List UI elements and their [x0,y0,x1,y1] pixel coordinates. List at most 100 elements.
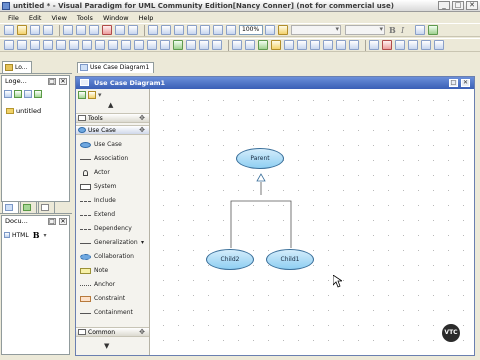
tab-diagram-nav[interactable] [20,201,37,213]
font-combo[interactable] [291,25,341,35]
menu-file[interactable]: File [8,14,19,22]
open-project-icon[interactable] [17,25,27,35]
palette-item-use-case[interactable]: Use Case [80,139,148,151]
property-icon[interactable] [284,40,294,50]
use-case-child2[interactable]: Child2 [206,249,254,270]
use-case-parent[interactable]: Parent [236,148,284,169]
about-icon[interactable] [421,40,431,50]
palette-item-actor[interactable]: Actor [80,167,148,179]
report-icon[interactable] [349,40,359,50]
redo-icon[interactable] [128,25,138,35]
format-icon[interactable] [271,40,281,50]
layout-icon[interactable] [258,40,268,50]
close-button[interactable]: ✕ [466,1,478,10]
cut-icon[interactable] [63,25,73,35]
palette-item-dependency[interactable]: Dependency [80,223,148,235]
zoom-level-field[interactable]: 100% [239,25,263,35]
palette-item-constraint[interactable]: Constraint [80,293,148,305]
fill-color-icon[interactable] [278,25,288,35]
connector-icon[interactable] [310,40,320,50]
palette-item-include[interactable]: Include [80,195,148,207]
print-icon[interactable] [148,25,158,35]
palette-item-association[interactable]: Association [80,153,148,165]
component-diagram-icon[interactable] [82,40,92,50]
use-case-diagram-icon[interactable] [17,40,27,50]
zoom-fit-icon[interactable] [213,25,223,35]
palette-group-common[interactable]: Common ✥ [76,327,149,337]
doc-icon[interactable] [395,40,405,50]
composite-diagram-icon[interactable] [134,40,144,50]
italic-button[interactable]: I [401,26,409,35]
align-center-icon[interactable] [245,40,255,50]
scroll-down-icon[interactable]: ▼ [104,342,109,350]
model-icon[interactable] [336,40,346,50]
state-diagram-icon[interactable] [56,40,66,50]
chevron-down-icon[interactable]: ▾ [43,232,46,239]
save-project-icon[interactable] [30,25,40,35]
visibility-icon[interactable] [323,40,333,50]
textual-analysis-icon[interactable] [173,40,183,50]
zoom-dropdown-icon[interactable] [265,25,275,35]
class-diagram-icon[interactable] [4,40,14,50]
error-icon[interactable] [382,40,392,50]
zoom-in-icon[interactable] [187,25,197,35]
bold-button[interactable]: B [33,230,40,240]
panel-restore-button[interactable]: □ [48,218,56,225]
panel-close-button[interactable]: ✕ [59,78,67,85]
palette-item-anchor[interactable]: Anchor [80,279,148,291]
palette-item-note[interactable]: Note [80,265,148,277]
palette-group-tools[interactable]: Tools ✥ [76,113,149,123]
pointer-icon[interactable] [78,91,86,99]
interaction-diagram-icon[interactable] [160,40,170,50]
settings-icon[interactable] [434,40,444,50]
checker-icon[interactable] [369,40,379,50]
lock-icon[interactable] [88,91,96,99]
menu-tools[interactable]: Tools [77,14,93,22]
new-model-icon[interactable] [34,90,42,98]
crc-card-icon[interactable] [186,40,196,50]
timing-diagram-icon[interactable] [147,40,157,50]
undo-icon[interactable] [115,25,125,35]
diagram-close-button[interactable]: ✕ [461,79,470,87]
new-folder-icon[interactable] [24,90,32,98]
align-left-icon[interactable] [232,40,242,50]
bold-button[interactable]: B [389,25,398,35]
tab-properties[interactable] [2,201,19,213]
menu-window[interactable]: Window [103,14,129,22]
palette-item-system[interactable]: System [80,181,148,193]
palette-item-collaboration[interactable]: Collaboration [80,251,148,263]
generalization-line[interactable] [230,200,292,248]
palette-item-extend[interactable]: Extend [80,209,148,221]
palette-group-usecase[interactable]: Use Case ✥ [76,125,149,135]
deployment-diagram-icon[interactable] [95,40,105,50]
font-size-combo[interactable] [345,25,385,35]
export-icon[interactable] [161,25,171,35]
diagram-canvas[interactable]: Parent Child2 Child1 [152,89,474,355]
minimize-button[interactable]: _ [438,1,450,10]
use-case-child1[interactable]: Child1 [266,249,314,270]
package-diagram-icon[interactable] [108,40,118,50]
help-topic-icon[interactable] [408,40,418,50]
activity-diagram-icon[interactable] [69,40,79,50]
zoom-actual-icon[interactable] [226,25,236,35]
tab-outline[interactable] [38,201,55,213]
palette-item-containment[interactable]: Containment [80,307,148,319]
menu-edit[interactable]: Edit [29,14,42,22]
format-checkbox-icon[interactable] [4,232,10,238]
collaboration-diagram-icon[interactable] [43,40,53,50]
menu-help[interactable]: Help [139,14,154,22]
new-project-icon[interactable] [4,25,14,35]
orm-icon[interactable] [212,40,222,50]
distribute-icon[interactable] [297,40,307,50]
refresh-icon[interactable] [14,90,22,98]
scroll-up-icon[interactable]: ▲ [108,101,113,109]
maximize-button[interactable]: □ [452,1,464,10]
zoom-out-icon[interactable] [200,25,210,35]
erd-icon[interactable] [199,40,209,50]
model-tree-icon[interactable] [4,90,12,98]
save-as-icon[interactable] [43,25,53,35]
color-icon[interactable] [428,25,438,35]
palette-item-generalization[interactable]: Generalization ▾ [80,237,148,249]
panel-restore-button[interactable]: □ [48,78,56,85]
menu-view[interactable]: View [51,14,66,22]
